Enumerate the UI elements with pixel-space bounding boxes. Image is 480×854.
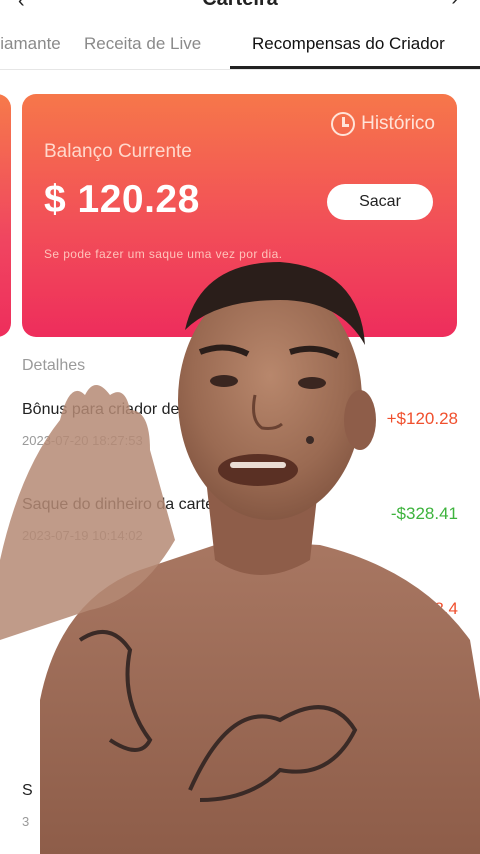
- balance-amount: $ 120.28: [44, 178, 200, 221]
- list-item[interactable]: Bônus para criador de conteúdo 2023-07-2…: [0, 401, 480, 491]
- active-tab-indicator: [230, 66, 480, 69]
- transaction-date: 2023-07-19 10:14:02: [22, 528, 143, 543]
- tab-diamante[interactable]: Diamante: [0, 34, 61, 54]
- transaction-title: Saque do dinheiro da carteira: [22, 496, 232, 513]
- withdraw-note: Se pode fazer um saque uma vez por dia.: [44, 247, 283, 261]
- transaction-title: Bônus para criador de conteúdo: [22, 401, 250, 418]
- tab-bar: Diamante Receita de Live Recompensas do …: [0, 22, 480, 70]
- withdraw-button[interactable]: Sacar: [327, 184, 433, 220]
- transaction-amount: +$120.28: [386, 409, 458, 428]
- page-title: Carteira: [0, 0, 480, 11]
- transaction-date: 2023-07-20 18:27:53: [22, 433, 143, 448]
- top-bar: ‹ Carteira ›: [0, 0, 480, 20]
- tab-receita-de-live[interactable]: Receita de Live: [84, 34, 201, 54]
- details-title: Detalhes: [22, 357, 86, 374]
- transaction-date: 3: [22, 814, 30, 829]
- balance-card: Histórico Balanço Currente $ 120.28 Saca…: [22, 94, 457, 337]
- transaction-amount: -$328.41: [390, 504, 458, 523]
- more-icon[interactable]: ›: [451, 0, 458, 11]
- list-item[interactable]: +$328.4: [0, 591, 480, 681]
- transaction-title: S: [22, 782, 33, 799]
- history-link[interactable]: Histórico: [331, 112, 435, 136]
- history-label: Histórico: [361, 113, 435, 134]
- balance-label: Balanço Currente: [44, 141, 192, 162]
- list-item[interactable]: S 3: [0, 782, 480, 854]
- list-item[interactable]: Saque do dinheiro da carteira 2023-07-19…: [0, 496, 480, 586]
- transaction-amount: +$328.4: [396, 599, 458, 618]
- previous-card-peek[interactable]: [0, 94, 11, 337]
- clock-icon: [331, 112, 356, 136]
- tab-recompensas-do-criador[interactable]: Recompensas do Criador: [252, 34, 445, 54]
